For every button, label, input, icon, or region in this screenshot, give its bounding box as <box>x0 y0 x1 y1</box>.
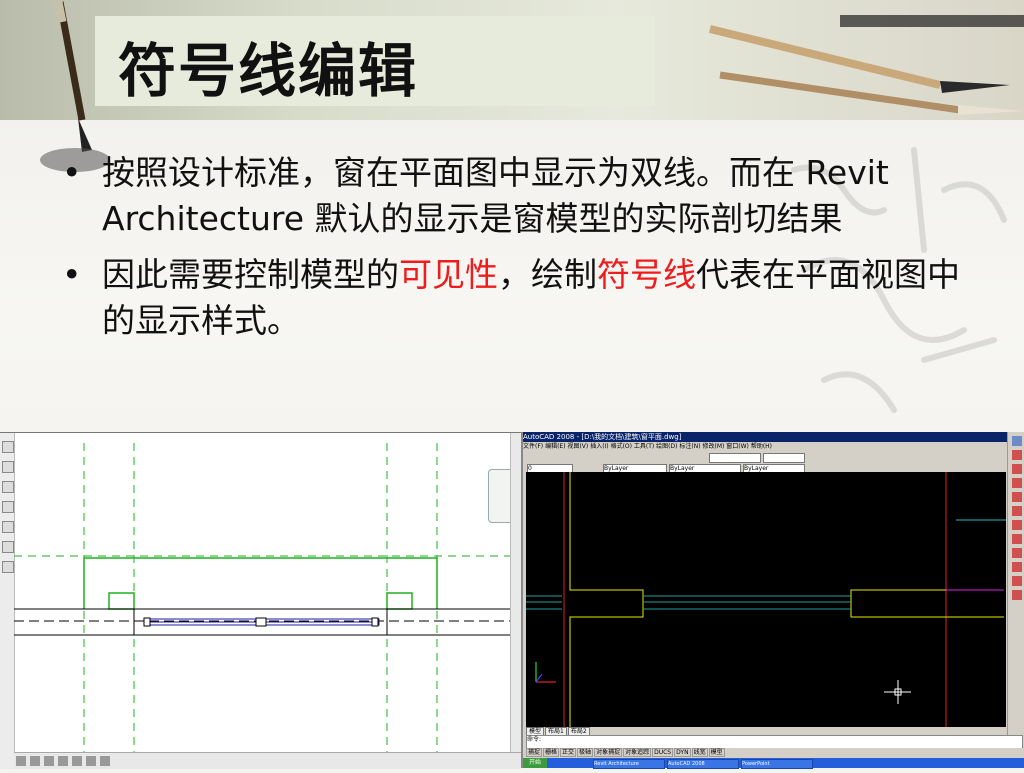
erase-icon[interactable] <box>1012 450 1022 460</box>
revit-left-toolbar <box>0 433 15 769</box>
detail-level-icon[interactable] <box>30 756 40 766</box>
autocad-right-toolbar <box>1007 432 1024 742</box>
autocad-drawing-canvas[interactable] <box>526 472 1006 727</box>
status-ortho[interactable]: 正交 <box>560 748 577 757</box>
crop-icon[interactable] <box>86 756 96 766</box>
bullet-item-2: • 因此需要控制模型的可见性，绘制符号线代表在平面视图中的显示样式。 <box>62 252 962 344</box>
slide-title: 符号线编辑 <box>118 37 419 105</box>
bullet-dot: • <box>62 153 82 192</box>
bullet-item-1: • 按照设计标准，窗在平面图中显示为双线。而在 Revit Architectu… <box>62 150 962 242</box>
status-grid[interactable]: 栅格 <box>543 748 560 757</box>
windows-taskbar: 开始 Revit Architecture AutoCAD 2008 Power… <box>523 758 1024 769</box>
bullet-text: 按照设计标准，窗在平面图中显示为双线。而在 Revit Architecture… <box>102 153 889 238</box>
tool-icon[interactable] <box>2 441 14 453</box>
menu-item[interactable]: 格式(O) <box>611 443 632 450</box>
copy-icon[interactable] <box>1012 464 1022 474</box>
layout-tabs: 模型 布局1 布局2 <box>526 727 1006 737</box>
menu-item[interactable]: 插入(I) <box>590 443 608 450</box>
status-ducs[interactable]: DUCS <box>652 748 674 757</box>
dim-icon[interactable] <box>1012 436 1022 446</box>
tool-icon[interactable] <box>2 501 14 513</box>
autocad-window: AutoCAD 2008 - [D:\我的文档\建筑\窗平面.dwg] 文件(F… <box>521 432 1024 769</box>
menu-item[interactable]: 文件(F) <box>523 443 543 450</box>
menu-item[interactable]: 工具(T) <box>634 443 654 450</box>
array-icon[interactable] <box>1012 506 1022 516</box>
status-snap[interactable]: 捕捉 <box>526 748 543 757</box>
autocad-menu-bar: 文件(F) 编辑(E) 视图(V) 插入(I) 格式(O) 工具(T) 绘图(D… <box>523 442 1024 452</box>
trim-icon[interactable] <box>1012 576 1022 586</box>
autocad-title-bar: AutoCAD 2008 - [D:\我的文档\建筑\窗平面.dwg] <box>523 432 1024 442</box>
tool-icon[interactable] <box>2 481 14 493</box>
menu-item[interactable]: 标注(N) <box>679 443 700 450</box>
revit-drawing-canvas[interactable] <box>14 433 511 753</box>
menu-item[interactable]: 修改(M) <box>703 443 725 450</box>
shadows-icon[interactable] <box>72 756 82 766</box>
sun-path-icon[interactable] <box>58 756 68 766</box>
tool-icon[interactable] <box>2 461 14 473</box>
menu-item[interactable]: 窗口(W) <box>726 443 749 450</box>
bullet-text-part: 因此需要控制模型的 <box>102 255 399 294</box>
highlight-visibility: 可见性 <box>399 255 498 294</box>
mirror-icon[interactable] <box>1012 478 1022 488</box>
tool-icon[interactable] <box>2 541 14 553</box>
move-icon[interactable] <box>1012 520 1022 530</box>
tool-icon[interactable] <box>2 521 14 533</box>
standard-toolbar <box>523 452 1003 463</box>
status-osnap[interactable]: 对象捕捉 <box>594 748 623 757</box>
rotate-icon[interactable] <box>1012 534 1022 544</box>
hide-icon[interactable] <box>100 756 110 766</box>
vertical-scrollbar[interactable] <box>510 433 521 753</box>
revit-view-control-bar <box>14 752 521 769</box>
brushes-decoration-icon <box>709 15 1024 115</box>
highlight-symbol-line: 符号线 <box>597 255 696 294</box>
visual-style-icon[interactable] <box>44 756 54 766</box>
tool-icon[interactable] <box>2 561 14 573</box>
offset-icon[interactable] <box>1012 492 1022 502</box>
stretch-icon[interactable] <box>1012 562 1022 572</box>
style-combo[interactable] <box>763 453 805 463</box>
revit-plan-view[interactable] <box>0 432 521 769</box>
menu-item[interactable]: 帮助(H) <box>751 443 772 450</box>
status-polar[interactable]: 极轴 <box>577 748 594 757</box>
extend-icon[interactable] <box>1012 590 1022 600</box>
bullet-dot: • <box>62 255 82 294</box>
status-model[interactable]: 模型 <box>708 748 725 757</box>
command-prompt: 命令: <box>527 736 542 743</box>
scale-icon[interactable] <box>16 756 26 766</box>
menu-item[interactable]: 编辑(E) <box>545 443 565 450</box>
scale-icon[interactable] <box>1012 548 1022 558</box>
autocad-status-bar: 捕捉 栅格 正交 极轴 对象捕捉 对象追踪 DUCS DYN 线宽 模型 <box>526 748 1024 758</box>
status-otrack[interactable]: 对象追踪 <box>623 748 652 757</box>
workspace-combo[interactable] <box>709 453 761 463</box>
menu-item[interactable]: 视图(V) <box>567 443 588 450</box>
calligraphy-brush-icon <box>40 1 110 172</box>
menu-item[interactable]: 绘图(D) <box>656 443 677 450</box>
status-dyn[interactable]: DYN <box>674 748 691 757</box>
bullet-text-part: ，绘制 <box>498 255 597 294</box>
bullet-list: • 按照设计标准，窗在平面图中显示为双线。而在 Revit Architectu… <box>62 150 962 354</box>
start-button[interactable]: 开始 <box>523 758 547 768</box>
status-lwt[interactable]: 线宽 <box>691 748 708 757</box>
